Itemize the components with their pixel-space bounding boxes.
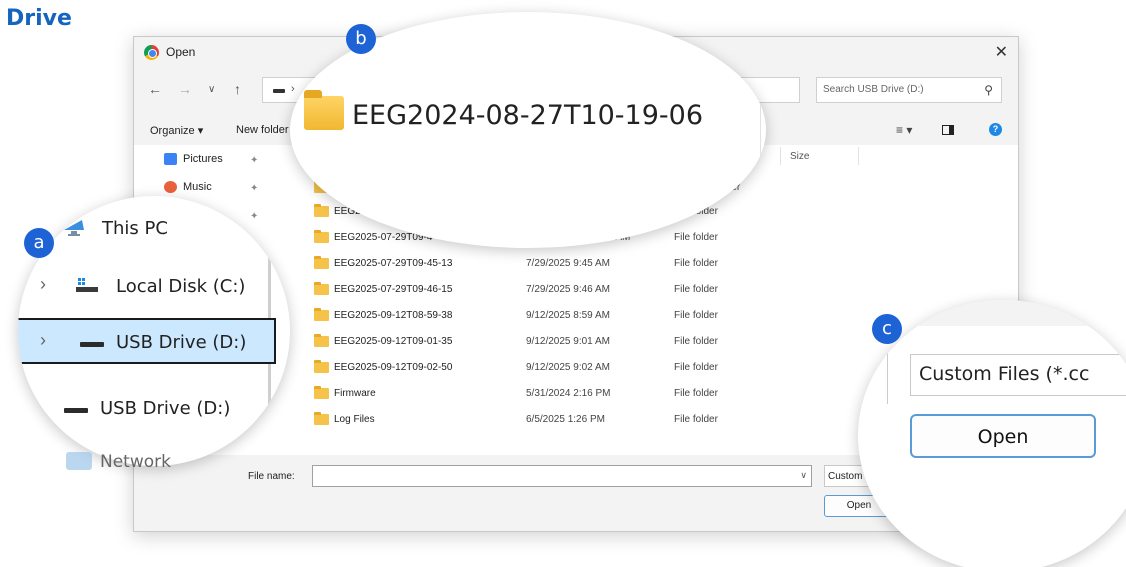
file-type: File folder xyxy=(674,362,718,373)
folder-icon xyxy=(314,282,329,295)
organize-button[interactable]: Organize ▾ xyxy=(150,124,203,137)
file-type: File folder xyxy=(674,232,718,243)
dialog-title: Open xyxy=(166,45,196,59)
folder-icon xyxy=(314,360,329,373)
sidebar-item-pictures[interactable]: Pictures xyxy=(164,153,223,166)
sidebar-item-usb-drive[interactable]: USB Drive (D:) xyxy=(18,386,290,432)
sidebar-item-label: USB Drive (D:) xyxy=(100,398,231,419)
usb-drive-icon xyxy=(80,342,104,347)
file-date: 7/29/2025 9:46 AM xyxy=(526,284,610,295)
file-name: EEG2025-09-12T09-02-50 xyxy=(334,362,453,373)
file-row[interactable]: Log Files 6/5/2025 1:26 PM File folder xyxy=(310,409,870,431)
sidebar-item-label: Music xyxy=(183,181,212,193)
file-date: 9/12/2025 9:01 AM xyxy=(526,336,610,347)
chrome-icon xyxy=(144,45,159,60)
file-type: File folder xyxy=(674,388,718,399)
file-row[interactable]: EEG2025-09-12T09-02-50 9/12/2025 9:02 AM… xyxy=(310,357,870,379)
sidebar-item-usb-drive-selected[interactable]: › USB Drive (D:) xyxy=(18,318,276,364)
sidebar-item-music[interactable]: Music xyxy=(164,181,212,194)
callout-a: a xyxy=(24,228,54,258)
file-name: EEG2025-09-12T09-01-35 xyxy=(334,336,453,347)
sidebar-item-label: Local Disk (C:) xyxy=(116,276,246,297)
search-placeholder: Search USB Drive (D:) xyxy=(823,84,924,95)
magnified-divider xyxy=(858,334,888,404)
network-icon xyxy=(66,452,92,470)
chevron-right-icon: › xyxy=(291,83,295,95)
back-arrow-icon[interactable]: ← xyxy=(148,81,162,97)
file-date: 7/29/2025 9:45 AM xyxy=(526,258,610,269)
sidebar-item-network[interactable]: Network xyxy=(100,452,171,472)
new-folder-button[interactable]: New folder xyxy=(236,124,289,136)
local-disk-icon xyxy=(76,278,98,292)
forward-arrow-icon[interactable]: → xyxy=(178,81,192,97)
page-title: Drive xyxy=(6,6,72,31)
up-arrow-icon[interactable]: ↑ xyxy=(234,81,241,97)
file-name: Firmware xyxy=(334,388,376,399)
folder-icon xyxy=(304,90,344,130)
magnified-open-label: Open xyxy=(977,426,1029,448)
pin-icon[interactable]: ✦ xyxy=(250,155,258,166)
chevron-right-icon[interactable]: › xyxy=(40,330,46,351)
recent-dropdown-icon[interactable]: ∨ xyxy=(208,84,215,95)
pictures-icon xyxy=(164,153,177,166)
magnified-filter-value: Custom Files (*.cc xyxy=(919,363,1090,385)
search-icon: ⚲ xyxy=(984,83,993,97)
column-header-size[interactable]: Size xyxy=(790,151,809,162)
computer-icon xyxy=(64,220,84,236)
usb-drive-icon xyxy=(64,408,88,413)
file-row[interactable]: EEG2025-07-29T09-45-13 7/29/2025 9:45 AM… xyxy=(310,253,870,275)
file-row[interactable]: Firmware 5/31/2024 2:16 PM File folder xyxy=(310,383,870,405)
column-separator xyxy=(760,12,761,248)
chevron-right-icon[interactable]: › xyxy=(40,274,46,295)
file-row[interactable]: EEG2025-09-12T09-01-35 9/12/2025 9:01 AM… xyxy=(310,331,870,353)
file-date: 6/5/2025 1:26 PM xyxy=(526,414,605,425)
file-name-label: File name: xyxy=(248,471,295,482)
folder-icon xyxy=(314,204,329,217)
file-type: File folder xyxy=(674,284,718,295)
view-options-icon[interactable]: ≡ ▾ xyxy=(896,123,912,137)
file-type: File folder xyxy=(674,414,718,425)
music-icon xyxy=(164,181,177,194)
folder-icon xyxy=(314,308,329,321)
folder-icon xyxy=(314,386,329,399)
sidebar-item-label: Pictures xyxy=(183,153,223,165)
magnified-file-type-filter[interactable]: Custom Files (*.cc xyxy=(910,354,1126,396)
file-row[interactable]: EEG2025-09-12T08-59-38 9/12/2025 8:59 AM… xyxy=(310,305,870,327)
magnified-folder-name: EEG2024-08-27T10-19-06 xyxy=(352,100,703,131)
file-type: File folder xyxy=(674,310,718,321)
file-name: EEG2025-07-29T09-45-13 xyxy=(334,258,453,269)
preview-pane-icon[interactable] xyxy=(942,125,954,135)
magnified-open-button[interactable]: Open xyxy=(910,414,1096,458)
column-separator[interactable] xyxy=(780,147,781,165)
folder-icon xyxy=(314,230,329,243)
file-name: Log Files xyxy=(334,414,375,425)
callout-b: b xyxy=(346,24,376,54)
file-date: 9/12/2025 9:02 AM xyxy=(526,362,610,373)
file-row[interactable]: EEG2025-07-29T09-46-15 7/29/2025 9:46 AM… xyxy=(310,279,870,301)
folder-icon xyxy=(314,256,329,269)
sidebar-item-this-pc[interactable]: This PC xyxy=(18,206,290,252)
folder-icon xyxy=(314,334,329,347)
column-separator[interactable] xyxy=(858,147,859,165)
search-input[interactable]: Search USB Drive (D:) ⚲ xyxy=(816,77,1002,103)
file-date: 5/31/2024 2:16 PM xyxy=(526,388,611,399)
sidebar-item-label: USB Drive (D:) xyxy=(116,332,247,353)
callout-c: c xyxy=(872,314,902,344)
file-name-input[interactable]: ∨ xyxy=(312,465,812,487)
magnifier-navigation: This PC › Local Disk (C:) › USB Drive (D… xyxy=(18,196,290,466)
sidebar-item-label: This PC xyxy=(102,218,168,239)
file-date: 9/12/2025 8:59 AM xyxy=(526,310,610,321)
file-name: EEG2025-09-12T08-59-38 xyxy=(334,310,453,321)
file-type: File folder xyxy=(674,336,718,347)
help-icon[interactable]: ? xyxy=(989,123,1002,136)
file-name: EEG2025-07-29T09-46-15 xyxy=(334,284,453,295)
chevron-down-icon[interactable]: ∨ xyxy=(800,470,807,481)
close-icon[interactable]: ✕ xyxy=(995,42,1008,62)
sidebar-item-local-disk[interactable]: › Local Disk (C:) xyxy=(18,264,290,310)
drive-icon xyxy=(273,89,285,93)
pin-icon[interactable]: ✦ xyxy=(250,183,258,194)
file-type: File folder xyxy=(674,258,718,269)
folder-icon xyxy=(314,412,329,425)
